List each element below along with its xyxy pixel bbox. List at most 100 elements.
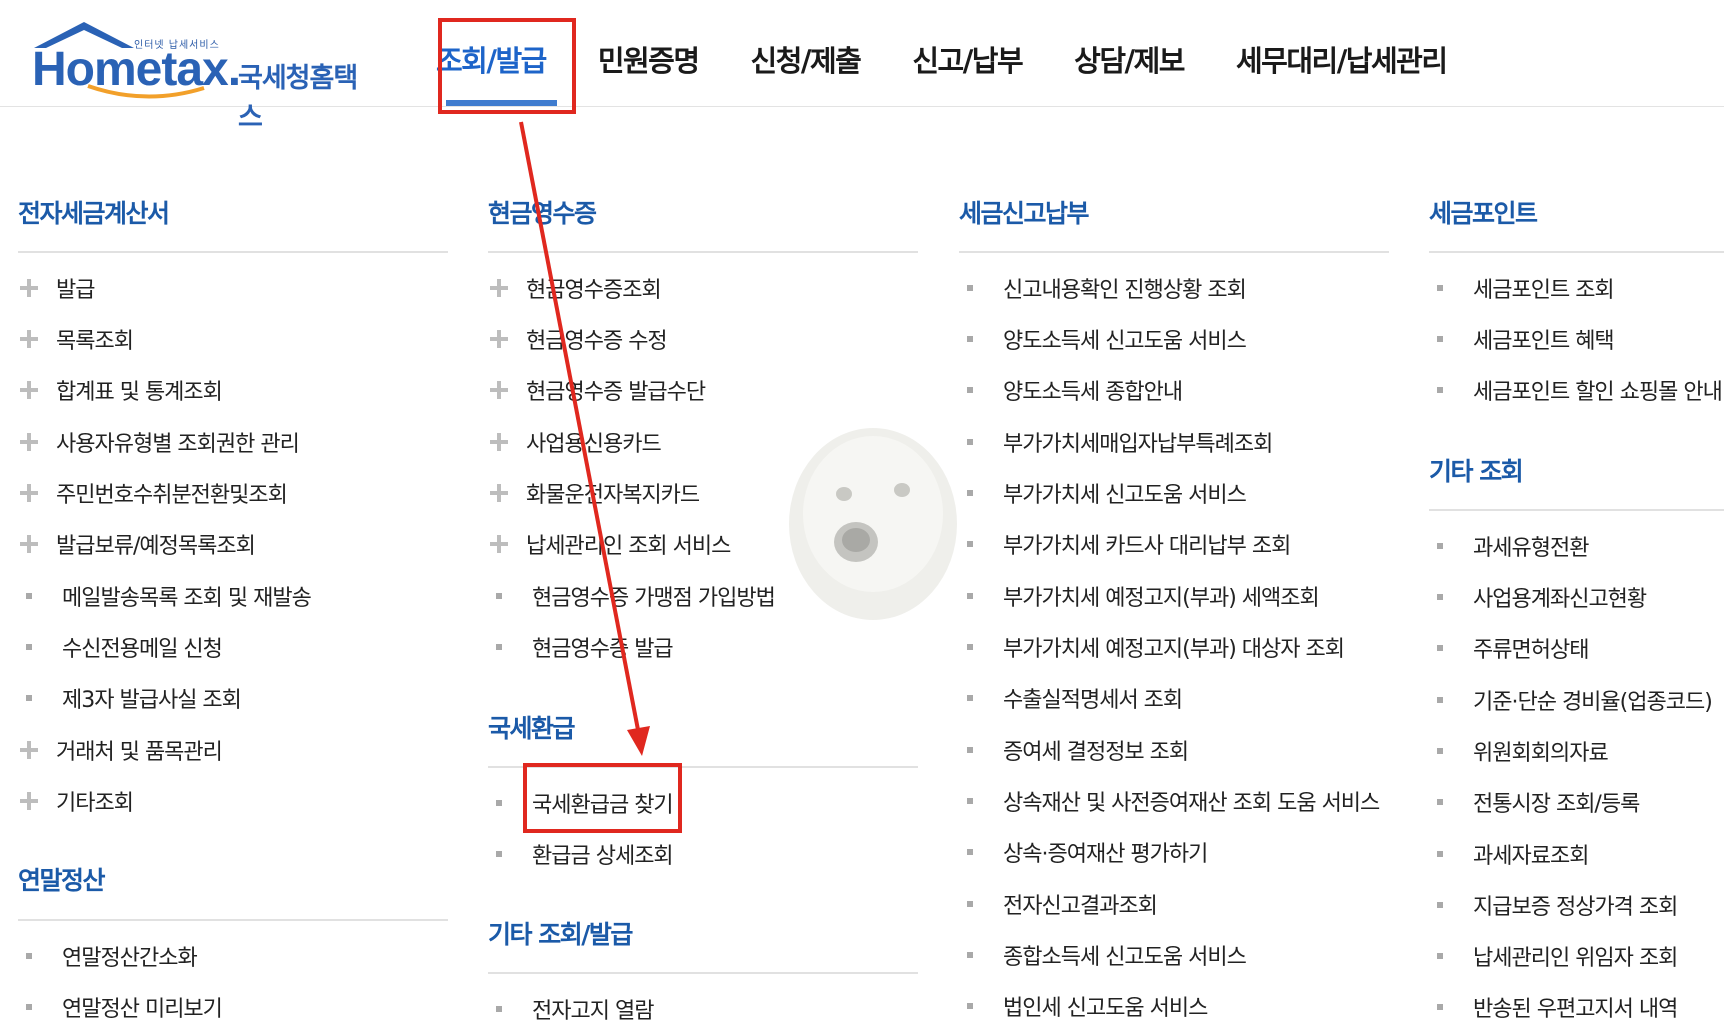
menu-item-label: 지급보증 정상가격 조회 (1473, 895, 1678, 920)
menu-item[interactable]: 현금영수증 가맹점 가입방법 (488, 580, 776, 612)
bullet-icon (967, 798, 973, 804)
section-divider (1429, 509, 1724, 511)
menu-item[interactable]: 양도소득세 종합안내 (959, 374, 1183, 406)
menu-item[interactable]: 현금영수증 발급 (488, 631, 674, 663)
menu-item[interactable]: 거래처 및 품목관리 (18, 734, 223, 766)
menu-item-label: 기준·단순 경비율(업종코드) (1473, 690, 1713, 715)
menu-item-label: 증여세 결정정보 조회 (1003, 740, 1189, 765)
section-title-tax-refund: 국세환급 (488, 714, 576, 743)
menu-item[interactable]: 합계표 및 통계조회 (18, 374, 223, 406)
menu-item-label: 연말정산 미리보기 (62, 997, 223, 1022)
menu-item[interactable]: 연말정산 미리보기 (18, 991, 223, 1023)
menu-item[interactable]: 주류면허상태 (1429, 632, 1589, 664)
menu-item-label: 메일발송목록 조회 및 재발송 (62, 586, 312, 611)
nav-tab-report-payment[interactable]: 신고/납부 (912, 0, 1023, 106)
bullet-icon (967, 593, 973, 599)
menu-item-label: 세금포인트 혜택 (1473, 329, 1615, 354)
menu-item[interactable]: 상속·증여재산 평가하기 (959, 836, 1208, 868)
menu-item[interactable]: 발급 (18, 272, 95, 304)
menu-item[interactable]: 과세자료조회 (1429, 838, 1589, 870)
logo-swoosh-icon (87, 84, 205, 99)
plus-icon (18, 431, 40, 453)
nav-tab-tax-agent[interactable]: 세무대리/납세관리 (1236, 0, 1448, 106)
menu-item-label: 납세관리인 조회 서비스 (526, 534, 731, 559)
menu-item[interactable]: 연말정산간소화 (18, 940, 198, 972)
menu-item[interactable]: 양도소득세 신고도움 서비스 (959, 323, 1247, 355)
menu-item[interactable]: 현금영수증 발급수단 (488, 374, 706, 406)
menu-item[interactable]: 수신전용메일 신청 (18, 631, 223, 663)
menu-item-label: 수출실적명세서 조회 (1003, 688, 1183, 713)
menu-item[interactable]: 부가가치세 예정고지(부과) 세액조회 (959, 580, 1320, 612)
menu-item[interactable]: 부가가치세 예정고지(부과) 대상자 조회 (959, 631, 1345, 663)
menu-item[interactable]: 증여세 결정정보 조회 (959, 734, 1189, 766)
menu-item[interactable]: 전자고지 열람 (488, 993, 654, 1025)
nav-tab-consult[interactable]: 상담/제보 (1074, 0, 1185, 106)
bullet-icon (1437, 543, 1443, 549)
menu-item-label: 주류면허상태 (1473, 638, 1589, 663)
menu-item[interactable]: 화물운전자복지카드 (488, 477, 700, 509)
menu-item-label: 연말정산간소화 (62, 946, 198, 971)
bullet-icon (1437, 285, 1443, 291)
hometax-logo[interactable]: 인터넷 납세서비스 Hometax. 국세청홈택스 (16, 10, 376, 133)
bullet-icon (967, 490, 973, 496)
nav-tab-label: 민원증명 (597, 44, 700, 78)
menu-item[interactable]: 사업용계좌신고현황 (1429, 581, 1647, 613)
menu-item[interactable]: 사업용신용카드 (488, 426, 662, 458)
menu-item[interactable]: 부가가치세 신고도움 서비스 (959, 477, 1247, 509)
menu-item[interactable]: 목록조회 (18, 323, 134, 355)
menu-item[interactable]: 주민번호수취분전환및조회 (18, 477, 288, 509)
bullet-icon (1437, 953, 1443, 959)
menu-item[interactable]: 과세유형전환 (1429, 530, 1589, 562)
menu-item[interactable]: 현금영수증조회 (488, 272, 662, 304)
menu-item-label: 과세유형전환 (1473, 536, 1589, 561)
menu-item-label: 신고내용확인 진행상황 조회 (1003, 278, 1247, 303)
menu-item-label: 합계표 및 통계조회 (56, 380, 223, 405)
menu-item[interactable]: 현금영수증 수정 (488, 323, 668, 355)
menu-item[interactable]: 전자신고결과조회 (959, 888, 1158, 920)
bullet-icon (1437, 799, 1443, 805)
main-nav: 조회/발급 민원증명 신청/제출 신고/납부 상담/제보 세무대리/납세관리 (436, 0, 1499, 106)
menu-item[interactable]: 지급보증 정상가격 조회 (1429, 889, 1678, 921)
menu-item[interactable]: 납세관리인 위임자 조회 (1429, 940, 1678, 972)
menu-item[interactable]: 부가가치세 카드사 대리납부 조회 (959, 528, 1291, 560)
nav-tab-application[interactable]: 신청/제출 (751, 0, 862, 106)
menu-item[interactable]: 제3자 발급사실 조회 (18, 682, 242, 714)
bullet-icon (26, 953, 32, 959)
menu-item[interactable]: 세금포인트 할인 쇼핑몰 안내 (1429, 374, 1723, 406)
section-divider (488, 972, 918, 974)
menu-item[interactable]: 전통시장 조회/등록 (1429, 786, 1640, 818)
nav-tab-civil-certificate[interactable]: 민원증명 (597, 0, 700, 106)
menu-item[interactable]: 신고내용확인 진행상황 조회 (959, 272, 1247, 304)
nav-tab-label: 상담/제보 (1074, 44, 1185, 78)
menu-item[interactable]: 종합소득세 신고도움 서비스 (959, 939, 1247, 971)
menu-item[interactable]: 기준·단순 경비율(업종코드) (1429, 684, 1713, 716)
section-divider (1429, 251, 1724, 253)
bullet-icon (967, 644, 973, 650)
menu-item[interactable]: 세금포인트 조회 (1429, 272, 1615, 304)
menu-item-label: 사업용신용카드 (526, 432, 662, 457)
menu-item[interactable]: 납세관리인 조회 서비스 (488, 528, 731, 560)
menu-item[interactable]: 반송된 우편고지서 내역 (1429, 991, 1678, 1023)
menu-item-label: 발급 (56, 278, 95, 303)
menu-item[interactable]: 기타조회 (18, 785, 134, 817)
menu-item[interactable]: 환급금 상세조회 (488, 838, 674, 870)
menu-item[interactable]: 상속재산 및 사전증여재산 조회 도움 서비스 (959, 785, 1380, 817)
bullet-icon (1437, 902, 1443, 908)
menu-item[interactable]: 사용자유형별 조회권한 관리 (18, 426, 300, 458)
menu-item-label: 현금영수증 가맹점 가입방법 (532, 586, 776, 611)
section-title-other-inquiry-issuance: 기타 조회/발급 (488, 920, 633, 949)
menu-item[interactable]: 법인세 신고도움 서비스 (959, 990, 1208, 1022)
menu-item-label: 납세관리인 위임자 조회 (1473, 946, 1678, 971)
menu-item[interactable]: 위원회회의자료 (1429, 735, 1609, 767)
section-divider (18, 251, 448, 253)
plus-icon (488, 431, 510, 453)
menu-item-label: 세금포인트 조회 (1473, 278, 1615, 303)
menu-item-label: 화물운전자복지카드 (526, 483, 700, 508)
bullet-icon (496, 593, 502, 599)
menu-item[interactable]: 수출실적명세서 조회 (959, 682, 1183, 714)
menu-item[interactable]: 발급보류/예정목록조회 (18, 528, 256, 560)
menu-item[interactable]: 메일발송목록 조회 및 재발송 (18, 580, 312, 612)
plus-icon (488, 328, 510, 350)
menu-item[interactable]: 세금포인트 혜택 (1429, 323, 1615, 355)
menu-item[interactable]: 부가가치세매입자납부특례조회 (959, 426, 1273, 458)
